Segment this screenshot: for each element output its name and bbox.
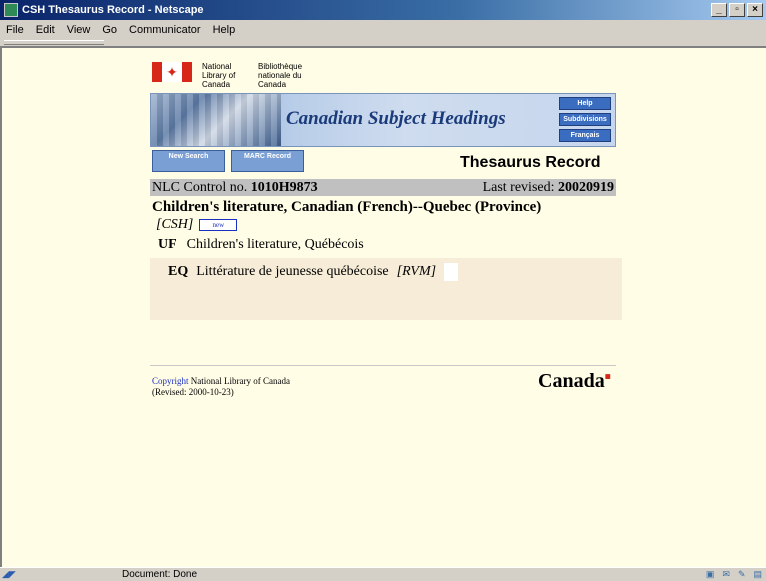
close-button[interactable]: × [747,3,763,17]
composer-icon[interactable]: ✎ [738,569,746,580]
menu-help[interactable]: Help [213,24,236,36]
subdivisions-link[interactable]: Subdivisions [559,113,611,126]
canada-flag-icon: ✦ [152,62,192,82]
wordmark-text: Canada [538,370,605,392]
revised-label: Last revised: [482,179,555,195]
eq-text: Littérature de jeunesse québécoise [196,264,389,279]
new-badge: new [199,219,238,231]
footer-revised: (Revised: 2000-10-23) [152,387,234,397]
last-revised: Last revised: 20020919 [483,180,614,196]
toolbar-grip[interactable] [4,40,104,45]
control-label: NLC Control no. [152,179,248,195]
navigator-icon[interactable]: ▣ [706,569,715,580]
menu-bar: File Edit View Go Communicator Help [0,20,766,39]
help-link[interactable]: Help [559,97,611,110]
status-text: Document: Done [122,569,198,580]
agency-name-en: National Library of Canada [202,62,236,89]
minimize-button[interactable]: _ [711,3,727,17]
window-controls: _ ▫ × [711,3,763,17]
component-bar: ▣ ✉ ✎ ▤ [706,569,762,580]
uf-code: UF [158,237,177,252]
marc-record-button[interactable]: MARC Record [231,150,304,172]
addressbook-icon[interactable]: ▤ [753,569,762,580]
source-line: [CSH] new [156,217,238,233]
new-search-button[interactable]: New Search [152,150,225,172]
mail-icon[interactable]: ✉ [722,569,730,580]
control-value: 1010H9873 [250,179,318,195]
menu-view[interactable]: View [67,24,91,36]
wordmark-flag-icon: ■ [604,371,611,383]
record-nav: New Search MARC Record [152,150,304,172]
revised-value: 20020919 [558,179,614,195]
banner-title: Canadian Subject Headings [286,108,506,129]
control-bar: NLC Control no. 1010H9873 Last revised: … [150,179,616,196]
rvm-source: [RVM] [396,264,437,279]
status-bar: ◢◤ Document: Done ▣ ✉ ✎ ▤ [0,567,766,581]
menu-go[interactable]: Go [102,24,117,36]
agency-name-fr: Bibliothèque nationale du Canada [258,62,303,89]
menu-file[interactable]: File [6,24,24,36]
footer-notice: Copyright National Library of Canada (Re… [152,376,290,398]
window-title-bar: CSH Thesaurus Record - Netscape _ ▫ × [0,0,766,20]
netscape-app-icon [4,3,18,17]
uf-text: Children's literature, Québécois [186,237,364,252]
canada-wordmark: Canada■ [538,370,611,393]
menu-communicator[interactable]: Communicator [129,24,201,36]
highlight-mark [444,263,459,281]
copyright-owner: National Library of Canada [190,376,290,386]
equivalent-line: EQ Littérature de jeunesse québécoise [R… [168,263,459,281]
used-for-line: UF Children's literature, Québécois [158,237,364,253]
collapsed-toolbar[interactable] [0,39,766,47]
control-number: NLC Control no. 1010H9873 [152,180,318,196]
copyright-link[interactable]: Copyright [152,376,189,386]
subject-heading: Children's literature, Canadian (French)… [152,199,542,215]
francais-link[interactable]: Français [559,129,611,142]
page-title: Thesaurus Record [460,154,601,171]
maximize-button[interactable]: ▫ [729,3,745,17]
footer-divider [150,365,616,366]
eq-code: EQ [168,264,189,279]
csh-banner: Canadian Subject Headings Help Subdivisi… [150,93,616,147]
window-title: CSH Thesaurus Record - Netscape [22,4,204,16]
government-header: ✦ National Library of Canada Bibliothèqu… [152,62,318,89]
banner-links: Help Subdivisions Français [559,97,611,142]
security-icon[interactable]: ◢◤ [2,569,32,581]
banner-image [151,94,281,146]
csh-source: [CSH] [156,217,194,232]
menu-edit[interactable]: Edit [36,24,55,36]
